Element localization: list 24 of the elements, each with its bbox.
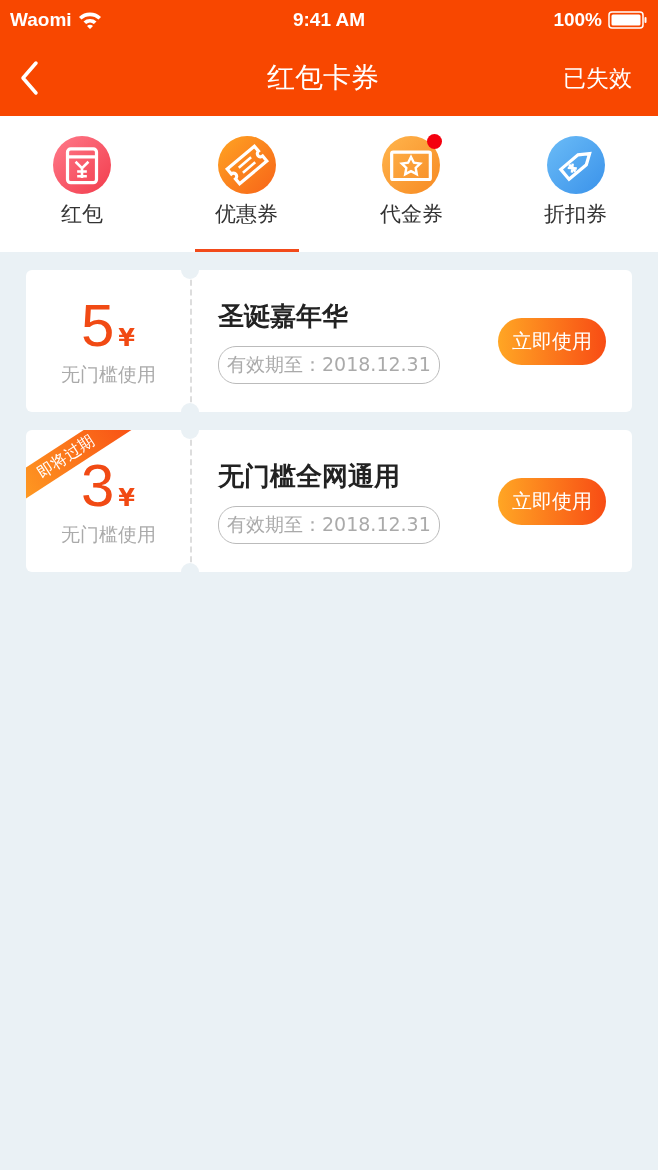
coupon-amount: 5 bbox=[80, 294, 115, 358]
battery-percent: 100% bbox=[553, 9, 602, 31]
wifi-icon bbox=[77, 11, 102, 29]
validity-badge: 有效期至：2018.12.31 bbox=[218, 345, 440, 384]
category-tab[interactable]: 优惠券 bbox=[194, 116, 299, 252]
carrier-name: Waomi bbox=[10, 9, 72, 31]
ticket-icon bbox=[217, 136, 276, 194]
currency-symbol: ¥ bbox=[118, 324, 136, 352]
voucher-icon bbox=[382, 136, 441, 194]
category-tab[interactable]: 折扣券 bbox=[523, 116, 628, 252]
tag-icon bbox=[546, 136, 605, 194]
category-tab[interactable]: 红包 bbox=[30, 116, 135, 252]
coupon-title: 无门槛全网通用 bbox=[218, 459, 400, 493]
expired-link[interactable]: 已失效 bbox=[563, 62, 632, 94]
currency-symbol: ¥ bbox=[118, 484, 136, 512]
status-time: 9:41 AM bbox=[291, 9, 367, 31]
page-title: 红包卡券 bbox=[267, 60, 379, 96]
coupon-title: 圣诞嘉年华 bbox=[218, 299, 348, 333]
category-tab[interactable]: 代金券 bbox=[359, 116, 464, 252]
coupon-condition: 无门槛使用 bbox=[60, 362, 156, 387]
battery-icon bbox=[608, 11, 648, 29]
validity-badge: 有效期至：2018.12.31 bbox=[218, 505, 440, 544]
coupon-condition: 无门槛使用 bbox=[60, 522, 156, 547]
envelope-icon bbox=[53, 136, 112, 194]
